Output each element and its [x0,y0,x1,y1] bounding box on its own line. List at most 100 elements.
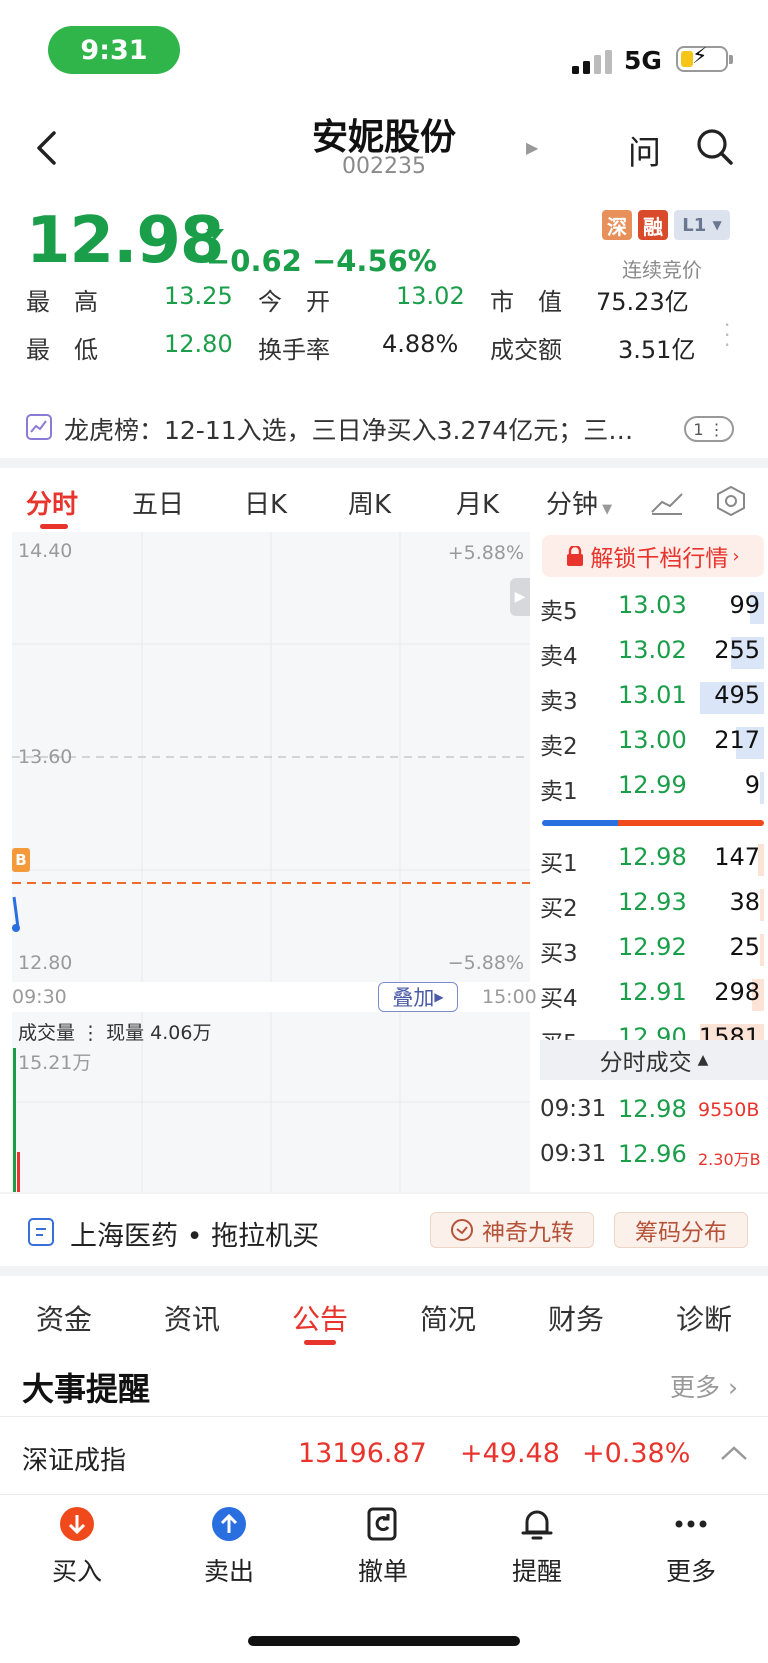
ticks-header[interactable]: 分时成交 ▲ [540,1040,768,1080]
price-change: −0.62 −4.56% [206,244,437,278]
tab-intraday[interactable]: 分时 [26,484,78,521]
ask-button[interactable]: 问 [628,126,661,174]
overlay-button[interactable]: 叠加 ▶ [378,982,458,1012]
buy-label: 买入 [51,1557,102,1586]
tab-news[interactable]: 资讯 [164,1298,220,1338]
tab-financials[interactable]: 财务 [548,1298,604,1338]
signal-icon [572,50,612,74]
tick-volume: 2.30万B [698,1150,761,1169]
stat-value-amount: 3.51亿 [618,336,696,364]
sell-button[interactable]: 卖出 [174,1506,284,1606]
buy-arrow-icon [60,1507,94,1541]
volume-chart[interactable]: 成交量 ⋮ 现量 4.06万 15.21万 [12,1012,530,1192]
stat-label-low: 最 低 [26,336,98,364]
ask-level-label: 卖2 [540,734,578,760]
more-label: 更多 [665,1557,716,1586]
tab-month-k[interactable]: 月K [456,484,499,521]
tab-minute[interactable]: 分钟 ▼ [546,484,612,521]
tab-day-k[interactable]: 日K [244,484,287,521]
trend-chart-icon [26,414,52,440]
indicator-line-icon[interactable] [650,488,684,516]
ask-volume: 495 [714,681,760,709]
ask-level-label: 卖4 [540,644,578,670]
bottom-tab-active-indicator [304,1340,336,1345]
ask-volume-bar [760,772,764,804]
next-stock-arrow-icon[interactable]: ▶ [526,138,538,157]
events-more-label: 更多 [670,1373,721,1402]
expand-panel-handle[interactable]: ▶ [510,578,530,616]
alert-button[interactable]: 提醒 [482,1506,592,1606]
tick-time: 09:31 [540,1141,607,1167]
stat-value-turnover: 4.88% [382,330,459,358]
tab-diagnosis[interactable]: 诊断 [676,1298,732,1338]
volume-title: 成交量 ⋮ 现量 4.06万 [18,1022,212,1044]
level-select[interactable]: L1 ▼ [674,210,730,240]
pct-axis-top: +5.88% [447,542,524,564]
bid-level-label: 买1 [540,851,578,877]
more-stats-dots-icon[interactable]: · · · [724,315,730,355]
ask-level-label: 卖3 [540,689,578,715]
volume-title-label: 成交量 [18,1022,76,1044]
y-axis-mid: 13.60 [18,746,73,768]
settings-hexagon-icon[interactable] [714,484,748,518]
bid-volume-bar [760,889,764,921]
stat-value-low: 12.80 [164,330,233,358]
volume-max: 15.21万 [18,1052,92,1074]
unlock-depth-button[interactable]: 解锁千档行情 › [542,535,764,577]
events-title: 大事提醒 [22,1370,151,1408]
ask-level-label: 卖1 [540,779,578,805]
stat-label-marketcap: 市 值 [490,288,562,316]
ticks-title: 分时成交 [599,1050,692,1076]
events-more-link[interactable]: 更多 › [670,1368,738,1404]
bid-volume-bar [760,934,764,966]
tab-profile[interactable]: 简况 [420,1298,476,1338]
home-indicator[interactable] [248,1636,520,1646]
more-button[interactable]: 更多 [636,1506,746,1606]
tab-announcements[interactable]: 公告 [292,1298,348,1338]
bid-volume: 38 [729,888,760,916]
stat-value-high: 13.25 [164,282,233,310]
chart-grid [12,532,530,982]
tab-five-day[interactable]: 五日 [132,484,184,521]
search-icon[interactable] [696,128,736,168]
tab-week-k[interactable]: 周K [348,484,391,521]
buy-marker[interactable]: B [12,848,30,872]
tick-time: 09:31 [540,1096,607,1122]
bid-volume: 25 [729,933,760,961]
intraday-chart[interactable]: B 14.40 13.60 12.80 +5.88% −5.88% ▶ [12,532,530,982]
cancel-order-button[interactable]: 撤单 [328,1506,438,1606]
tab-minute-label: 分钟 [546,490,599,520]
check-circle-icon [451,1219,473,1241]
stat-label-high: 最 高 [26,288,98,316]
index-pct: +0.38% [582,1438,691,1469]
tag-margin: 融 [638,210,668,240]
section-divider [0,458,768,468]
ask-volume: 217 [714,726,760,754]
time-axis-start: 09:30 [12,986,67,1008]
divider [0,1416,768,1417]
dragon-tiger-text[interactable]: 龙虎榜：12-11入选，三日净买入3.274亿元；三… [64,411,664,447]
battery-icon: ⚡ [676,44,733,72]
back-chevron-icon[interactable] [26,126,66,170]
sell-arrow-icon [212,1507,246,1541]
network-type: 5G [624,46,662,75]
tag-shenzhen: 深 [602,210,632,240]
ask-volume: 99 [729,591,760,619]
dragon-tiger-badge[interactable]: 1 ⋮ [684,416,734,442]
chevron-up-icon[interactable] [720,1440,748,1468]
index-change: +49.48 [460,1438,560,1469]
alert-label: 提醒 [511,1557,562,1586]
ask-volume: 255 [714,636,760,664]
tab-funds[interactable]: 资金 [36,1298,92,1338]
index-name[interactable]: 深证成指 [22,1440,126,1477]
stock-code: 002235 [342,154,426,179]
ask-level-label: 卖5 [540,599,578,625]
status-time: 9:31 [48,26,180,74]
magic-nine-button[interactable]: 神奇九转 [430,1212,594,1248]
chip-distribution-button[interactable]: 筹码分布 [614,1212,748,1248]
cancel-order-icon [367,1507,397,1541]
ask-volume: 9 [744,771,760,799]
stock-name: 安妮股份 [311,117,456,158]
concept-text[interactable]: 上海医药 • 拖拉机买 [70,1214,319,1253]
buy-button[interactable]: 买入 [22,1506,132,1606]
